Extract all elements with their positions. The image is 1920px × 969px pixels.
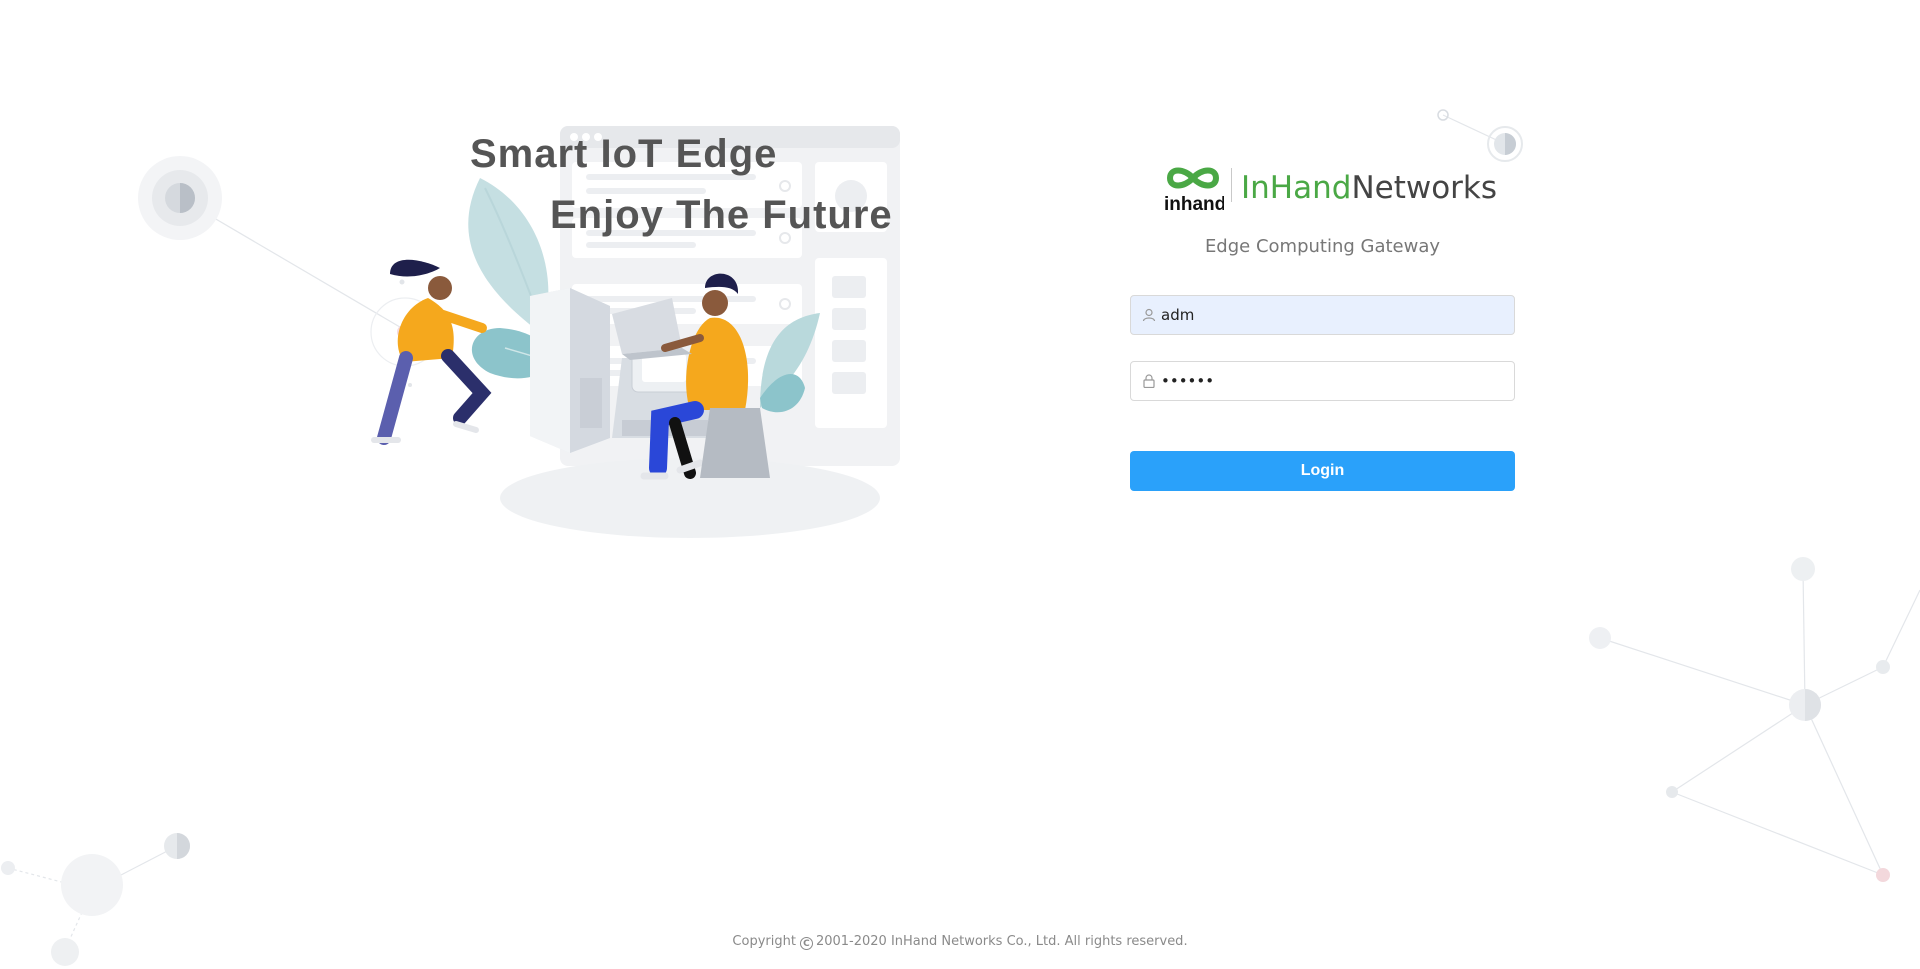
login-button[interactable]: Login <box>1130 451 1515 491</box>
infinity-logo-icon: inhand <box>1164 167 1226 215</box>
brand-name-inhand: InHand <box>1241 170 1352 206</box>
brand-header: inhand InHandNetworks <box>1130 160 1515 222</box>
logo-wordmark: inhand <box>1164 194 1224 215</box>
password-field[interactable] <box>1130 361 1515 401</box>
hero-artwork <box>371 126 900 538</box>
username-input[interactable] <box>1161 296 1501 334</box>
brand-name: InHandNetworks <box>1241 170 1497 206</box>
brand-name-networks: Networks <box>1351 170 1498 206</box>
hero-headline-line2: Enjoy The Future <box>550 193 893 237</box>
hero-illustration: Smart IoT Edge Enjoy The Future <box>360 118 1020 598</box>
password-input[interactable] <box>1161 362 1501 400</box>
copyright-text: 2001-2020 InHand Networks Co., Ltd. All … <box>815 934 1188 949</box>
copyright-prefix: Copyright <box>732 934 796 949</box>
inhand-logo: inhand <box>1162 164 1226 216</box>
hero-headline-line1: Smart IoT Edge <box>470 132 778 176</box>
product-subtitle: Edge Computing Gateway <box>1204 236 1441 257</box>
login-panel: inhand InHandNetworks Edge Computing Gat… <box>1130 160 1515 491</box>
brand-divider <box>1231 168 1232 202</box>
user-icon <box>1142 308 1156 322</box>
footer-copyright: Copyright C 2001-2020 InHand Networks Co.,… <box>0 934 1920 950</box>
copyright-symbol-icon: C <box>799 937 813 950</box>
username-field[interactable] <box>1130 295 1515 335</box>
lock-icon <box>1143 374 1155 388</box>
